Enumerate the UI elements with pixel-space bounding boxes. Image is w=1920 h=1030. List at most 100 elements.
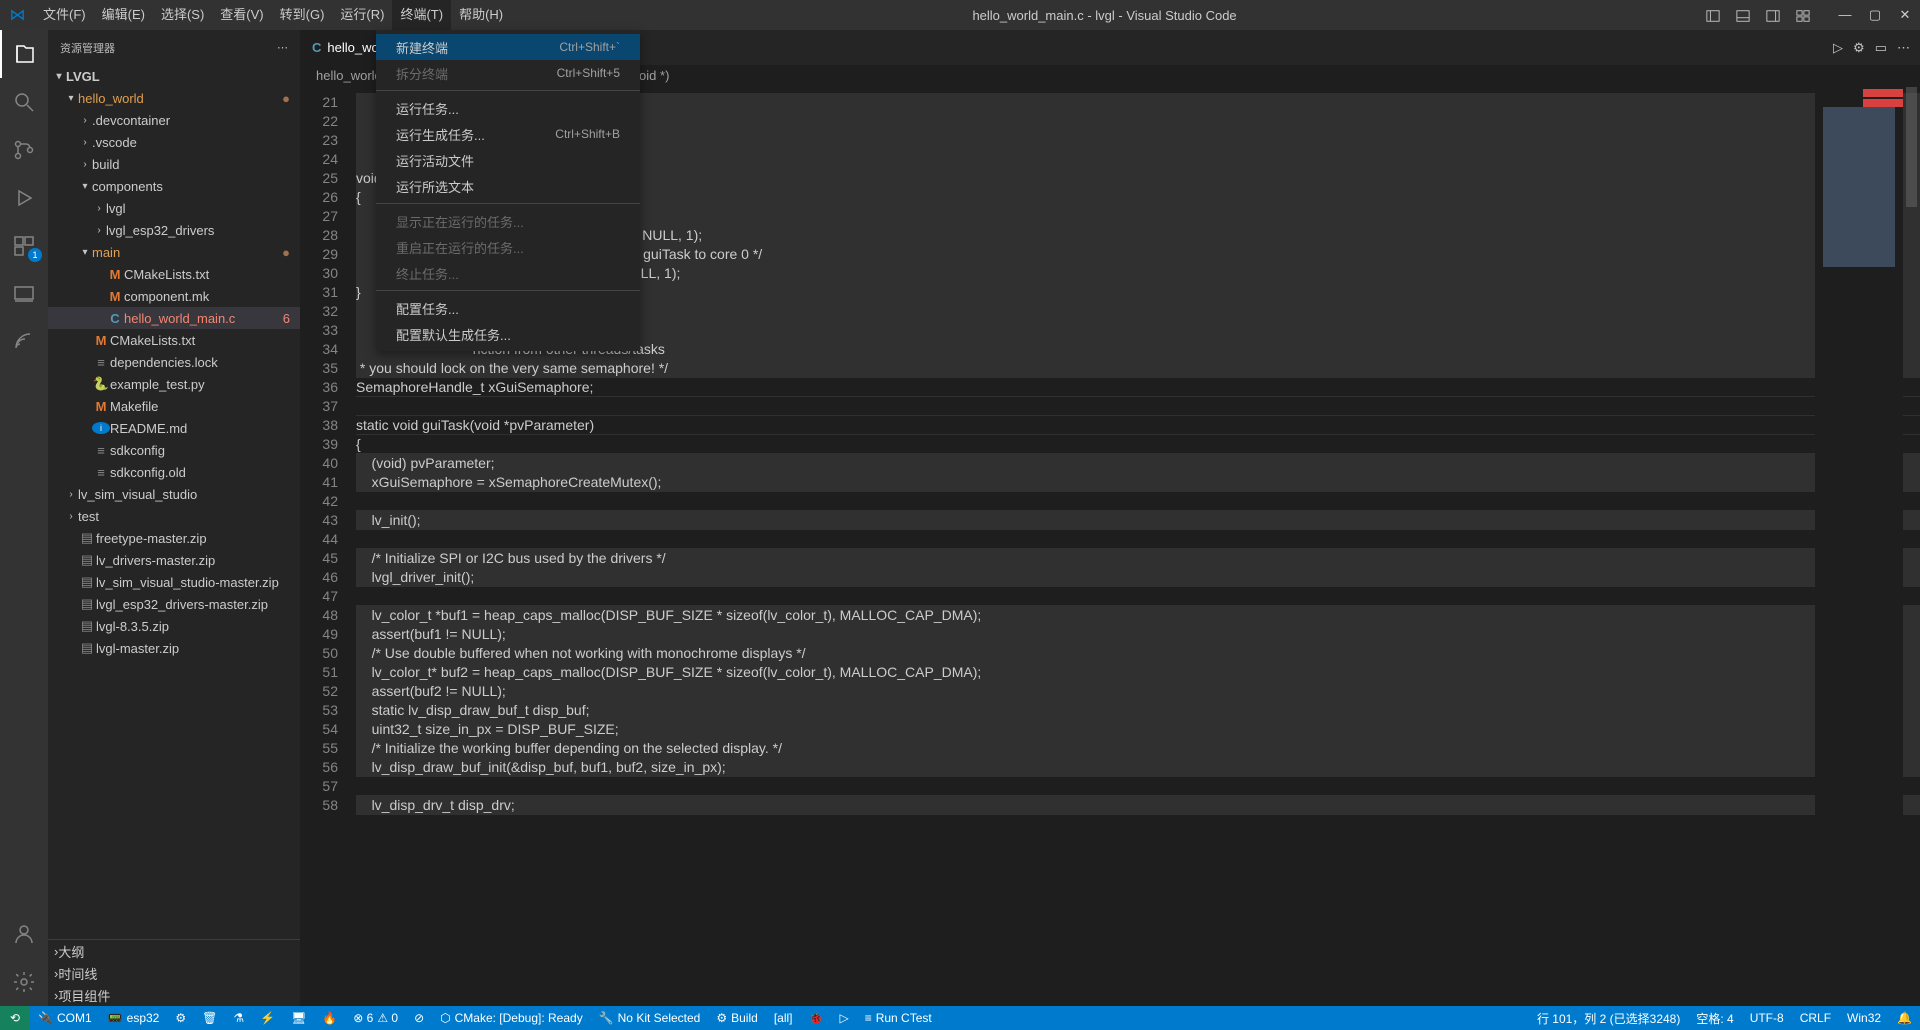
menu-entry[interactable]: 新建终端Ctrl+Shift+` — [376, 34, 640, 60]
remote-indicator[interactable]: ⟲ — [0, 1006, 30, 1030]
tree-folder[interactable]: ▾hello_world● — [48, 87, 300, 109]
toggle-panel-left-icon[interactable] — [1698, 0, 1728, 30]
tree-file[interactable]: MMakefile — [48, 395, 300, 417]
sb-run[interactable]: ▷ — [831, 1006, 856, 1030]
cmake-status[interactable]: ⬡CMake: [Debug]: Ready — [432, 1006, 591, 1030]
close-button[interactable]: ✕ — [1890, 0, 1920, 30]
workspace-root[interactable]: ▾LVGL — [48, 65, 300, 87]
tree-file[interactable]: Chello_world_main.c6 — [48, 307, 300, 329]
run-ctest[interactable]: ≡Run CTest — [857, 1006, 940, 1030]
menu-entry-label: 运行活动文件 — [396, 151, 474, 170]
scrollbar-thumb[interactable] — [1906, 87, 1917, 207]
customize-layout-icon[interactable] — [1788, 0, 1818, 30]
eol[interactable]: CRLF — [1792, 1006, 1839, 1030]
minimize-button[interactable]: — — [1830, 0, 1860, 30]
settings-activity-icon[interactable] — [0, 958, 48, 1006]
tree-file[interactable]: Mcomponent.mk — [48, 285, 300, 307]
menu-entry[interactable]: 配置任务... — [376, 295, 640, 321]
menu-item[interactable]: 选择(S) — [153, 0, 212, 30]
cmake-build[interactable]: ⚙Build — [708, 1006, 765, 1030]
split-editor-icon[interactable]: ▭ — [1875, 40, 1887, 56]
explorer-activity-icon[interactable] — [0, 30, 48, 78]
cmake-target[interactable]: [all] — [766, 1006, 801, 1030]
tree-folder[interactable]: ›lvgl — [48, 197, 300, 219]
sb-nobuild[interactable]: ⊘ — [406, 1006, 432, 1030]
maximize-button[interactable]: ▢ — [1860, 0, 1890, 30]
tree-folder[interactable]: ›.vscode — [48, 131, 300, 153]
settings-icon[interactable]: ⚙ — [1853, 40, 1865, 56]
chevron-icon: ▾ — [64, 93, 78, 104]
tree-folder[interactable]: ›build — [48, 153, 300, 175]
run-debug-activity-icon[interactable] — [0, 174, 48, 222]
sidebar-section-header[interactable]: › 大纲 — [48, 940, 300, 962]
problems[interactable]: ⊗ 6⚠ 0 — [345, 1006, 406, 1030]
search-activity-icon[interactable] — [0, 78, 48, 126]
tree-file[interactable]: ▤lv_sim_visual_studio-master.zip — [48, 571, 300, 593]
menu-entry[interactable]: 运行任务... — [376, 95, 640, 121]
minimap[interactable] — [1815, 87, 1903, 1006]
more-actions-icon[interactable]: ⋯ — [277, 41, 288, 54]
tree-file[interactable]: ▤lvgl-8.3.5.zip — [48, 615, 300, 637]
extensions-activity-icon[interactable]: 1 — [0, 222, 48, 270]
menu-entry[interactable]: 运行所选文本 — [376, 173, 640, 199]
sb-debug[interactable]: 🐞 — [801, 1006, 832, 1030]
tree-file[interactable]: ≡sdkconfig — [48, 439, 300, 461]
menu-item[interactable]: 转到(G) — [272, 0, 333, 30]
cursor-position[interactable]: 行 101，列 2 (已选择3248) — [1529, 1006, 1688, 1030]
toggle-panel-right-icon[interactable] — [1758, 0, 1788, 30]
serial-port[interactable]: 🔌COM1 — [30, 1006, 100, 1030]
sb-flash[interactable]: ⚡ — [252, 1006, 283, 1030]
tree-file[interactable]: 🐍example_test.py — [48, 373, 300, 395]
sb-build[interactable]: ⚗ — [225, 1006, 252, 1030]
tree-file[interactable]: iREADME.md — [48, 417, 300, 439]
tree-folder[interactable]: ▾main● — [48, 241, 300, 263]
espressif-activity-icon[interactable] — [0, 318, 48, 366]
sidebar-section-header[interactable]: › 时间线 — [48, 962, 300, 984]
tree-file[interactable]: MCMakeLists.txt — [48, 263, 300, 285]
menu-entry[interactable]: 配置默认生成任务... — [376, 321, 640, 347]
sb-monitor[interactable]: 🖥 — [283, 1006, 314, 1030]
sidebar-section-header[interactable]: › 项目组件 — [48, 984, 300, 1006]
device-target[interactable]: 📟esp32 — [100, 1006, 168, 1030]
notifications[interactable]: 🔔 — [1889, 1006, 1920, 1030]
tree-folder[interactable]: ›test — [48, 505, 300, 527]
indentation[interactable]: 空格: 4 — [1688, 1006, 1741, 1030]
more-icon[interactable]: ⋯ — [1897, 40, 1910, 56]
tree-folder[interactable]: ›.devcontainer — [48, 109, 300, 131]
tree-file[interactable]: ▤lv_drivers-master.zip — [48, 549, 300, 571]
language-mode[interactable]: Win32 — [1839, 1006, 1889, 1030]
kit-selector[interactable]: 🔧No Kit Selected — [591, 1006, 709, 1030]
sb-clean[interactable]: 🗑 — [194, 1006, 225, 1030]
menu-item[interactable]: 编辑(E) — [94, 0, 153, 30]
menu-entry[interactable]: 运行生成任务...Ctrl+Shift+B — [376, 121, 640, 147]
tree-folder[interactable]: ›lv_sim_visual_studio — [48, 483, 300, 505]
menu-item[interactable]: 终端(T) — [392, 0, 451, 30]
tree-folder[interactable]: ▾components — [48, 175, 300, 197]
account-activity-icon[interactable] — [0, 910, 48, 958]
source-control-activity-icon[interactable] — [0, 126, 48, 174]
tree-folder[interactable]: ›lvgl_esp32_drivers — [48, 219, 300, 241]
chevron-icon: › — [92, 203, 106, 214]
tree-item-label: dependencies.lock — [110, 355, 218, 370]
menu-entry[interactable]: 运行活动文件 — [376, 147, 640, 173]
tree-file[interactable]: ▤freetype-master.zip — [48, 527, 300, 549]
tree-file[interactable]: MCMakeLists.txt — [48, 329, 300, 351]
menu-item[interactable]: 查看(V) — [212, 0, 271, 30]
run-icon[interactable]: ▷ — [1833, 40, 1843, 56]
tree-item-label: Makefile — [110, 399, 158, 414]
encoding[interactable]: UTF-8 — [1742, 1006, 1792, 1030]
file-icon: C — [312, 40, 321, 55]
tree-file[interactable]: ▤lvgl_esp32_drivers-master.zip — [48, 593, 300, 615]
sb-gear[interactable]: ⚙ — [167, 1006, 194, 1030]
tree-file[interactable]: ▤lvgl-master.zip — [48, 637, 300, 659]
sb-flame[interactable]: 🔥 — [314, 1006, 345, 1030]
menu-item[interactable]: 文件(F) — [35, 0, 94, 30]
status-label: esp32 — [127, 1011, 160, 1025]
menu-item[interactable]: 运行(R) — [332, 0, 392, 30]
tree-file[interactable]: ≡dependencies.lock — [48, 351, 300, 373]
vertical-scrollbar[interactable] — [1903, 87, 1920, 1006]
toggle-panel-bottom-icon[interactable] — [1728, 0, 1758, 30]
remote-activity-icon[interactable] — [0, 270, 48, 318]
tree-file[interactable]: ≡sdkconfig.old — [48, 461, 300, 483]
menu-item[interactable]: 帮助(H) — [451, 0, 511, 30]
